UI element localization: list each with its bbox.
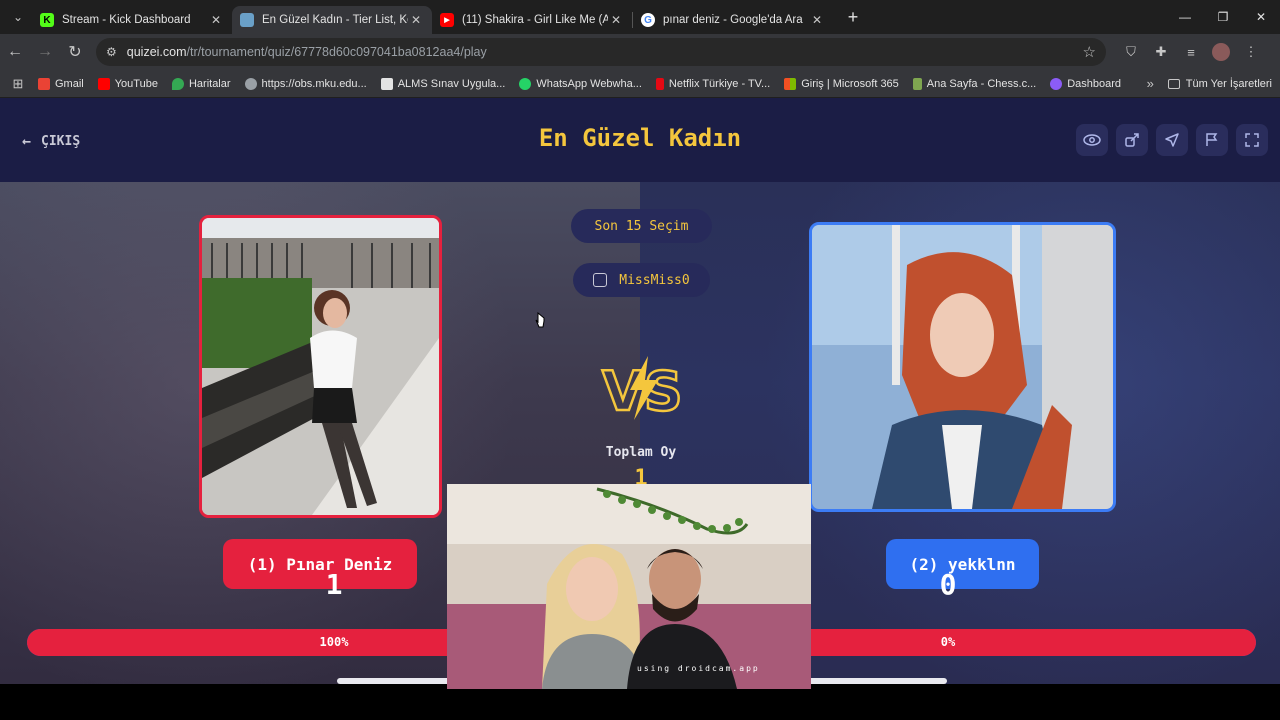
bookmark-gmail[interactable]: Gmail (38, 77, 84, 90)
bookmark-label: https://obs.mku.edu... (261, 77, 367, 90)
netflix-icon (655, 77, 664, 90)
bookmark-label: ALMS Sınav Uygula... (397, 77, 506, 90)
url-host: quizei.com (126, 45, 187, 59)
media-control-icon[interactable]: ≡ (1176, 37, 1206, 67)
url-path: /tr/tournament/quiz/67778d60c097041ba081… (186, 45, 487, 59)
profile-avatar[interactable] (1206, 37, 1236, 67)
contestant-right-votes: 0 (939, 568, 957, 601)
bookmark-youtube[interactable]: YouTube (97, 77, 158, 90)
folder-icon (1167, 78, 1180, 89)
whatsapp-icon (519, 77, 532, 90)
close-icon[interactable]: ✕ (809, 13, 825, 27)
tab-google-search[interactable]: G pınar deniz - Google'da Ara ✕ (633, 6, 833, 34)
webcam-watermark: using droidcam.app (637, 664, 760, 673)
bookmark-netflix[interactable]: Netflix Türkiye - TV... (655, 77, 771, 90)
contestant-left-votes: 1 (325, 568, 343, 601)
flag-icon[interactable] (1196, 124, 1228, 156)
user-label: MissMiss0 (619, 272, 690, 288)
tab-title: pınar deniz - Google'da Ara (663, 14, 803, 26)
bookmark-whatsapp[interactable]: WhatsApp Webwha... (519, 77, 642, 90)
youtube-icon: ▶ (440, 13, 454, 27)
restore-icon[interactable]: ❐ (1204, 0, 1242, 34)
bookmark-label: Ana Sayfa - Chess.c... (926, 77, 1037, 90)
contestant-right-percent: 0% (940, 635, 956, 649)
last-choices-pill[interactable]: Son 15 Seçim (571, 209, 712, 243)
all-bookmarks-folder[interactable]: Tüm Yer İşaretleri (1167, 77, 1272, 90)
bookmark-obs-mku[interactable]: https://obs.mku.edu... (244, 77, 367, 90)
bookmark-chess[interactable]: Ana Sayfa - Chess.c... (912, 77, 1037, 90)
gmail-icon (38, 77, 50, 90)
tab-youtube-shakira[interactable]: ▶ (11) Shakira - Girl Like Me (Ao V ✕ (432, 6, 632, 34)
letterbox-bottom (0, 684, 1280, 720)
tab-title: Stream - Kick Dashboard (62, 14, 191, 26)
bookmarks-bar: ⊞ Gmail YouTube Haritalar https://obs.mk… (0, 70, 1280, 98)
bookmark-alms[interactable]: ALMS Sınav Uygula... (380, 77, 506, 90)
reload-icon[interactable]: ↻ (60, 37, 90, 67)
youtube-icon (97, 77, 110, 90)
bookmark-label: Dashboard (1067, 77, 1122, 90)
contestant-right-photo[interactable] (809, 222, 1116, 512)
contestant-left-photo[interactable] (199, 215, 442, 518)
address-bar[interactable]: ⚙ quizei.com /tr/tournament/quiz/67778d6… (96, 38, 1106, 66)
bookmark-label: Giriş | Microsoft 365 (801, 77, 899, 90)
user-pill: MissMiss0 (573, 263, 710, 297)
shield-extension-icon[interactable]: ⛉ (1116, 37, 1146, 67)
versus-lightning-icon: VS (600, 354, 684, 424)
globe-icon (244, 77, 257, 90)
tab-kick-dashboard[interactable]: K Stream - Kick Dashboard ✕ (32, 6, 232, 34)
close-window-icon[interactable]: ✕ (1242, 0, 1280, 34)
minimize-icon[interactable]: — (1166, 0, 1204, 34)
total-votes-label: Toplam Oy (605, 445, 677, 460)
bookmark-maps[interactable]: Haritalar (171, 77, 231, 90)
tab-title: En Güzel Kadın - Tier List, Kör S (262, 14, 408, 26)
bookmark-label: Netflix Türkiye - TV... (668, 77, 771, 90)
microsoft-icon (784, 77, 797, 90)
kick-icon: K (40, 13, 54, 27)
user-avatar-icon (593, 273, 608, 287)
new-tab-plus-icon[interactable]: + (839, 7, 867, 28)
webcam-overlay: using droidcam.app (447, 484, 811, 689)
site-info-icon[interactable]: ⚙ (106, 45, 117, 59)
bookmark-microsoft365[interactable]: Giriş | Microsoft 365 (784, 77, 899, 90)
fullscreen-icon[interactable] (1236, 124, 1268, 156)
all-bookmarks-label: Tüm Yer İşaretleri (1185, 77, 1272, 90)
close-icon[interactable]: ✕ (208, 13, 224, 27)
mouse-pointer-icon (535, 312, 545, 328)
bookmark-dashboard[interactable]: Dashboard (1050, 77, 1122, 90)
browser-toolbar: ← → ↻ ⚙ quizei.com /tr/tournament/quiz/6… (0, 34, 1280, 70)
dashboard-icon (1050, 77, 1063, 90)
maps-pin-icon (171, 77, 184, 90)
chess-pawn-icon (912, 77, 922, 90)
browser-tab-strip: ⌄ K Stream - Kick Dashboard ✕ En Güzel K… (0, 0, 1280, 34)
more-bookmarks-chevron-icon[interactable]: » (1147, 76, 1154, 91)
quizei-icon (240, 13, 254, 27)
send-icon[interactable] (1156, 124, 1188, 156)
quiz-tools (1068, 124, 1268, 156)
close-icon[interactable]: ✕ (608, 13, 624, 27)
quiz-header: ← ÇIKIŞ En Güzel Kadın (0, 98, 1280, 182)
back-arrow-icon[interactable]: ← (0, 37, 30, 67)
menu-kebab-icon[interactable]: ⋮ (1236, 37, 1266, 67)
bookmark-label: Gmail (55, 77, 84, 90)
apps-grid-icon[interactable]: ⊞ (4, 76, 32, 92)
close-icon[interactable]: ✕ (408, 13, 424, 27)
bookmark-label: WhatsApp Webwha... (536, 77, 642, 90)
window-controls: — ❐ ✕ (1166, 0, 1280, 34)
tab-search-icon[interactable]: ⌄ (4, 5, 32, 29)
extensions-puzzle-icon[interactable]: ✚ (1146, 37, 1176, 67)
eye-icon[interactable] (1076, 124, 1108, 156)
google-icon: G (641, 13, 655, 27)
forward-arrow-icon[interactable]: → (30, 37, 60, 67)
tab-quizei[interactable]: En Güzel Kadın - Tier List, Kör S ✕ (232, 6, 432, 34)
last-choices-label: Son 15 Seçim (594, 218, 689, 234)
bookmark-label: Haritalar (188, 77, 231, 90)
share-icon[interactable] (1116, 124, 1148, 156)
bookmark-star-icon[interactable]: ☆ (1083, 43, 1096, 61)
contestant-left-percent: 100% (319, 635, 349, 649)
tab-title: (11) Shakira - Girl Like Me (Ao V (462, 14, 608, 26)
document-icon (380, 77, 393, 90)
bookmark-label: YouTube (114, 77, 158, 90)
